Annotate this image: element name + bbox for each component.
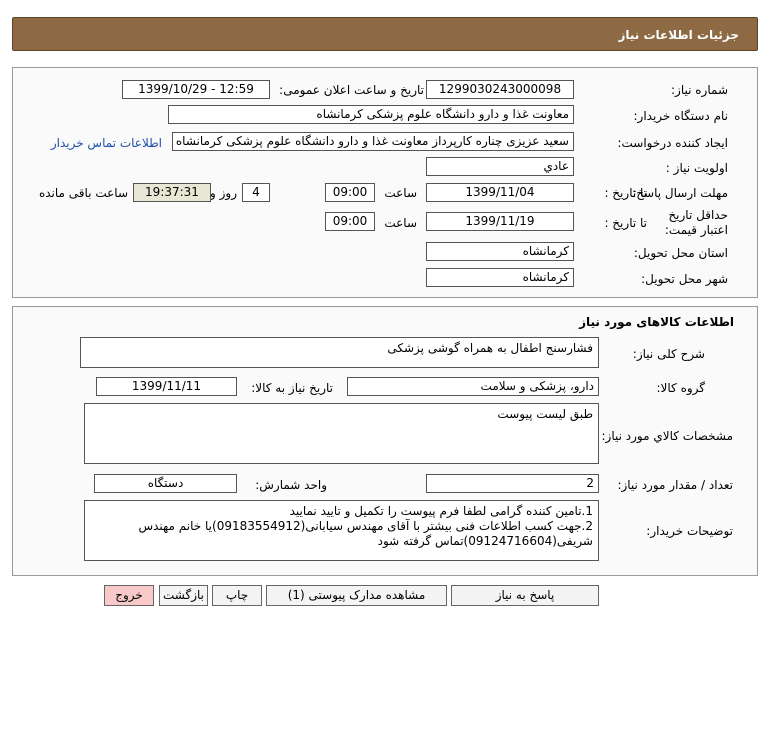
reply-button[interactable]: پاسخ به نیاز xyxy=(451,585,599,606)
print-button[interactable]: چاپ xyxy=(212,585,262,606)
qty-label: تعداد / مقدار مورد نیاز: xyxy=(617,478,733,492)
buyer-notes-line-1: 1.تامین کننده گرامی لطفا فرم پیوست را تک… xyxy=(289,504,593,518)
reply-time-label: ساعت xyxy=(384,186,417,200)
specs-label: مشخصات کالاي مورد نیاز: xyxy=(601,429,733,443)
province-field: کرمانشاه xyxy=(426,242,574,261)
buyer-notes-label: توضیحات خریدار: xyxy=(646,524,733,538)
summary-label: شرح کلی نیاز: xyxy=(632,347,705,361)
validity-time-label: ساعت xyxy=(384,216,417,230)
days-label: روز و xyxy=(210,186,237,200)
city-field: کرمانشاه xyxy=(426,268,574,287)
general-info-panel xyxy=(12,67,758,298)
validity-date-field: 1399/11/19 xyxy=(426,212,574,231)
need-number-label: شماره نیاز: xyxy=(671,83,728,97)
page-title: جزئیات اطلاعات نیاز xyxy=(618,28,739,42)
buyer-notes-line-2: 2.جهت کسب اطلاعات فنی بیشتر با آقای مهند… xyxy=(138,519,593,548)
summary-field: فشارسنج اطفال به همراه گوشی پزشکی xyxy=(80,337,599,368)
validity-to-date-label: تا تاریخ : xyxy=(604,216,647,230)
page-title-bar: جزئیات اطلاعات نیاز xyxy=(12,17,758,51)
priority-field: عادي xyxy=(426,157,574,176)
reply-time-field: 09:00 xyxy=(325,183,375,202)
buyer-notes-field: 1.تامین کننده گرامی لطفا فرم پیوست را تک… xyxy=(84,500,599,561)
days-remaining-field: 4 xyxy=(242,183,270,202)
back-button[interactable]: بازگشت xyxy=(159,585,208,606)
exit-button[interactable]: خروج xyxy=(104,585,154,606)
reply-date-field: 1399/11/04 xyxy=(426,183,574,202)
qty-field: 2 xyxy=(426,474,599,493)
requester-field: سعید عزیزی چناره کارپرداز معاونت غذا و د… xyxy=(172,132,574,151)
requester-label: ایجاد کننده درخواست: xyxy=(617,136,728,150)
announce-field: 1399/10/29 - 12:59 xyxy=(122,80,270,99)
specs-field: طبق لیست پیوست xyxy=(84,403,599,464)
attachments-button[interactable]: مشاهده مدارک پیوستی (1) xyxy=(266,585,447,606)
need-date-field: 1399/11/11 xyxy=(96,377,237,396)
remaining-time-field: 19:37:31 xyxy=(133,183,211,202)
group-label: گروه کالا: xyxy=(656,381,706,395)
need-number-field: 1299030243000098 xyxy=(426,80,574,99)
need-date-label: تاریخ نیاز به کالا: xyxy=(251,381,333,395)
buyer-org-field: معاونت غذا و دارو دانشگاه علوم پزشکی کرم… xyxy=(168,105,574,124)
validity-time-field: 09:00 xyxy=(325,212,375,231)
remaining-label: ساعت باقی مانده xyxy=(38,186,128,200)
min-validity-text: حداقل تاریخ اعتبار قیمت: xyxy=(664,208,728,237)
city-label: شهر محل تحویل: xyxy=(641,272,728,286)
unit-label: واحد شمارش: xyxy=(255,478,327,492)
group-field: دارو، پزشکی و سلامت xyxy=(347,377,599,396)
reply-to-date-label: تا تاریخ : xyxy=(604,186,647,200)
announce-label: تاریخ و ساعت اعلان عمومی: xyxy=(279,83,424,97)
min-validity-label: حداقل تاریخ اعتبار قیمت: xyxy=(638,208,728,238)
priority-label: اولویت نیاز : xyxy=(665,161,728,175)
goods-section-title: اطلاعات کالاهای مورد نیاز xyxy=(579,315,734,329)
contact-buyer-link[interactable]: اطلاعات تماس خریدار xyxy=(51,136,162,150)
province-label: استان محل تحویل: xyxy=(633,246,728,260)
unit-field: دستگاه xyxy=(94,474,237,493)
buyer-org-label: نام دستگاه خریدار: xyxy=(633,109,729,123)
